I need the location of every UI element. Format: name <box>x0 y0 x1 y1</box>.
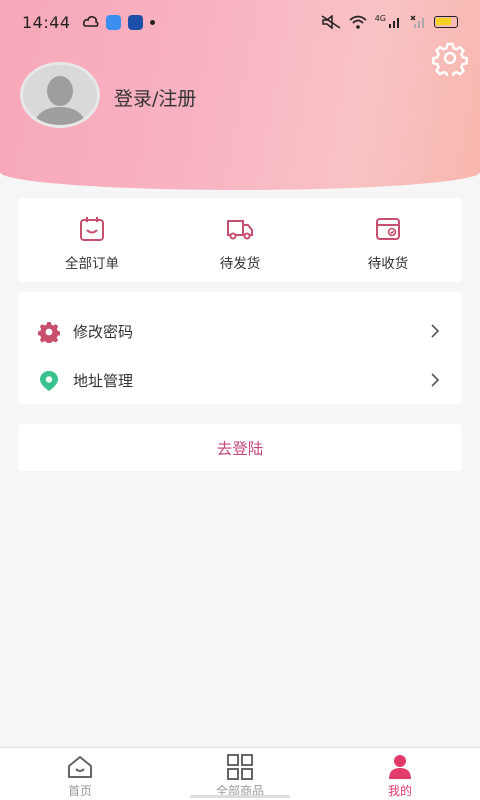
battery-icon <box>434 16 458 28</box>
chevron-right-icon <box>431 324 440 338</box>
address-management-label: 地址管理 <box>73 372 134 390</box>
order-list-icon <box>80 217 104 241</box>
address-management-row[interactable]: 地址管理 <box>18 356 462 405</box>
tab-all-products[interactable]: 全部商品 <box>160 748 320 800</box>
truck-icon <box>227 220 253 240</box>
go-login-button[interactable]: 去登陆 <box>18 424 462 471</box>
pending-shipment-button[interactable]: 待发货 <box>166 198 314 282</box>
gear-icon <box>38 321 60 343</box>
avatar[interactable] <box>20 62 100 128</box>
cloud-icon <box>82 16 99 27</box>
change-password-row[interactable]: 修改密码 <box>18 307 462 356</box>
system-icons: 4G <box>321 13 458 29</box>
network-label: 4G <box>374 13 386 23</box>
status-time: 14:44 <box>22 12 71 32</box>
pending-receipt-button[interactable]: 待收货 <box>314 198 462 282</box>
chevron-right-icon <box>431 373 440 387</box>
all-orders-button[interactable]: 全部订单 <box>18 198 166 282</box>
receive-box-icon <box>376 218 400 240</box>
status-bar: 14:44 4G <box>0 0 480 44</box>
home-icon <box>68 756 92 778</box>
tab-home-label: 首页 <box>67 784 92 798</box>
pending-shipment-label: 待发货 <box>219 256 261 272</box>
wifi-icon <box>349 15 367 29</box>
grid-icon <box>227 754 253 780</box>
app-notification-icon <box>105 14 121 30</box>
settings-gear-icon[interactable] <box>432 40 468 76</box>
signal-icon <box>410 15 424 28</box>
change-password-label: 修改密码 <box>73 323 134 341</box>
signal-icon <box>389 18 399 28</box>
settings-menu-card: 修改密码 地址管理 <box>18 292 462 404</box>
tab-mine-label: 我的 <box>387 784 412 798</box>
more-dot-icon <box>149 19 155 25</box>
mute-icon <box>321 15 341 29</box>
order-shortcuts-card: 全部订单 待发货 待收货 <box>18 198 462 282</box>
pending-receipt-label: 待收货 <box>367 256 409 272</box>
user-icon <box>389 755 411 779</box>
app-notification-icon <box>127 14 143 30</box>
login-register-link[interactable]: 登录/注册 <box>114 84 196 111</box>
tab-home[interactable]: 首页 <box>0 748 160 800</box>
all-orders-label: 全部订单 <box>65 256 119 272</box>
home-indicator <box>190 795 290 798</box>
notification-icons <box>82 14 155 30</box>
go-login-label: 去登陆 <box>216 439 264 458</box>
tab-mine[interactable]: 我的 <box>320 748 480 800</box>
default-avatar-icon <box>23 65 97 125</box>
location-pin-icon <box>40 370 58 391</box>
bottom-tab-bar: 首页 全部商品 我的 <box>0 747 480 800</box>
